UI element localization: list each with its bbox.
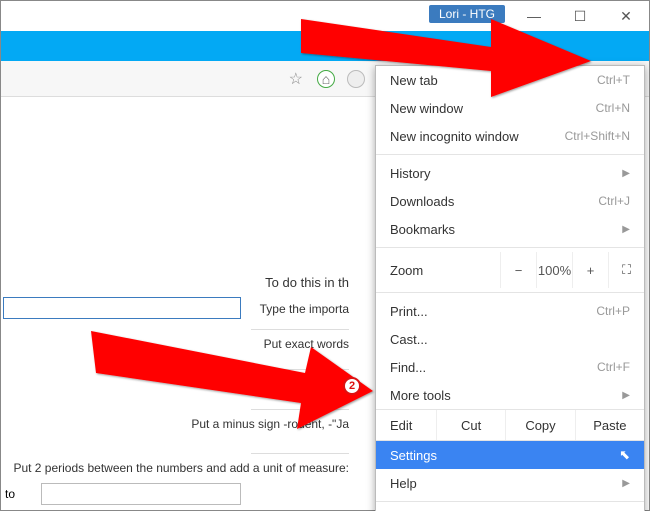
window-root: Lori - HTG — ☐ ✕ ☆ ⌂ 1 To do this in th … [0,0,650,511]
callout-badge-2: 2 [343,377,361,395]
annotation-arrows [1,1,650,511]
